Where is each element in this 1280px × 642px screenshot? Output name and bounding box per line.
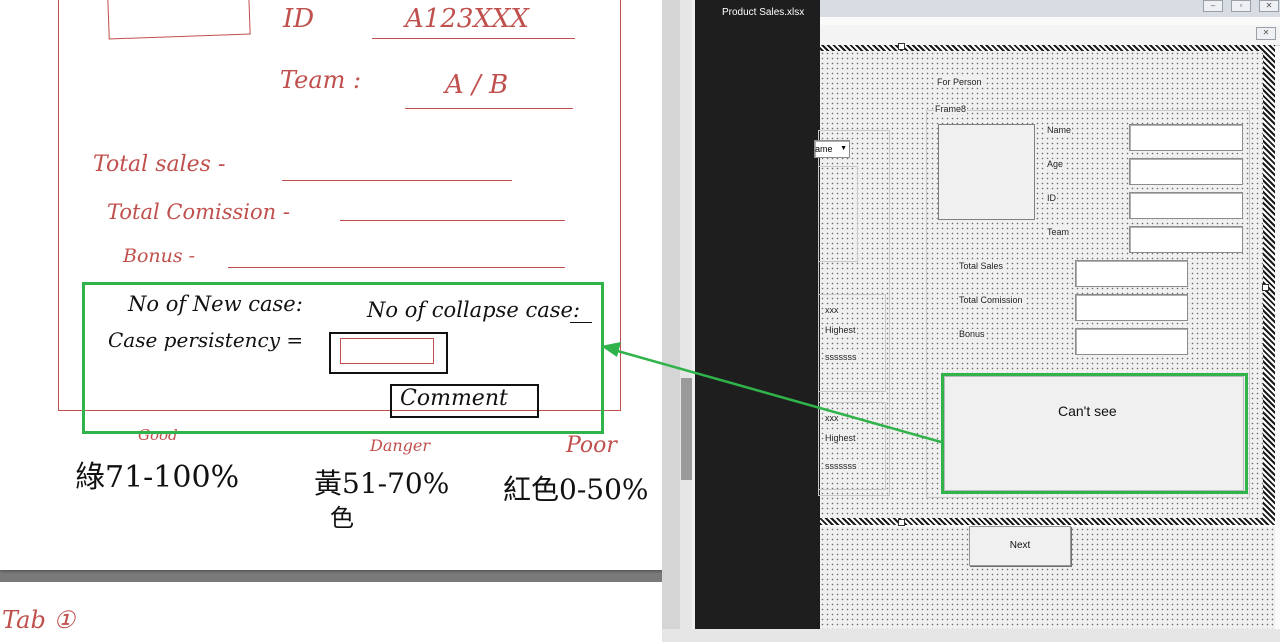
arrow-icon bbox=[601, 342, 942, 444]
